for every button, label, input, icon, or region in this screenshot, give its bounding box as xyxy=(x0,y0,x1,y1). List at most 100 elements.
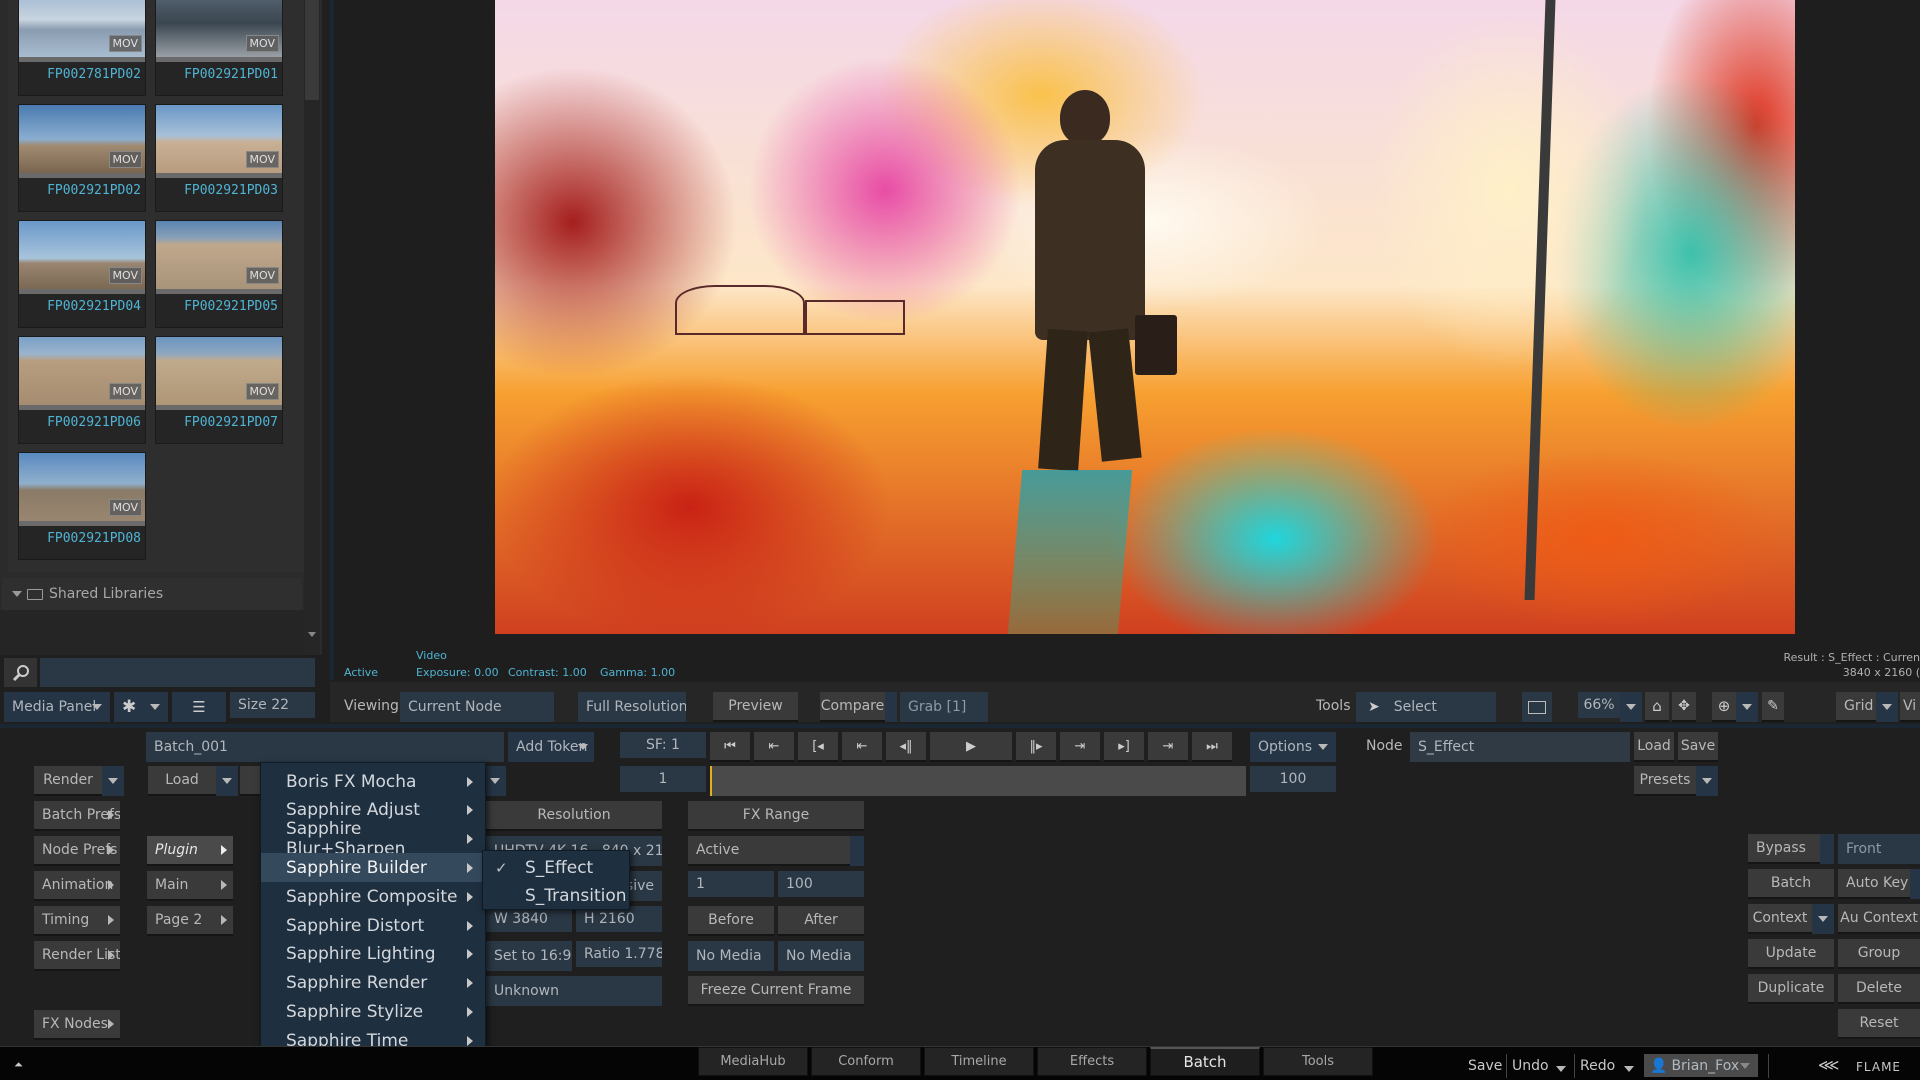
media-scrollbar[interactable] xyxy=(304,0,320,655)
plugin-menu-item[interactable]: Sapphire Blur+Sharpen xyxy=(261,819,485,859)
bit-depth-select[interactable]: Unknown xyxy=(486,976,662,1006)
render-dropdown[interactable] xyxy=(102,766,124,796)
user-select[interactable]: 👤 Brian_Fox xyxy=(1644,1054,1758,1077)
context-button[interactable]: Context xyxy=(1748,904,1812,934)
prev-keyframe-button[interactable]: ⇤ xyxy=(754,732,794,762)
clip-thumbnail[interactable]: MOV FP002921PD02 xyxy=(18,104,146,212)
batch-view-button[interactable]: Batch xyxy=(1748,869,1834,899)
animation-button[interactable]: Animation xyxy=(34,871,120,901)
go-to-start-button[interactable]: ⏮ xyxy=(710,732,750,762)
submenu-item[interactable]: ✓ S_Effect xyxy=(483,853,629,882)
clip-thumbnail[interactable]: MOV FP002781PD02 xyxy=(18,0,146,96)
front-select[interactable]: Front xyxy=(1838,834,1920,864)
play-button[interactable]: ▶ xyxy=(930,732,1012,762)
before-media-field[interactable]: No Media xyxy=(688,941,774,971)
fx-range-header[interactable]: FX Range xyxy=(688,801,864,831)
end-frame-field[interactable]: 100 xyxy=(1250,766,1336,792)
clip-thumbnail[interactable]: MOV FP002921PD04 xyxy=(18,220,146,328)
grid-dropdown[interactable] xyxy=(1876,692,1898,722)
go-to-out-button[interactable]: ▸] xyxy=(1104,732,1144,762)
tools-select[interactable]: ➤ Select xyxy=(1356,692,1496,722)
load-button[interactable]: Load xyxy=(148,766,216,796)
collapse-triangle-icon[interactable] xyxy=(12,591,22,597)
timeline-scrubber[interactable] xyxy=(710,766,1246,796)
context-dropdown[interactable] xyxy=(1812,904,1834,934)
go-to-end-button[interactable]: ⏭ xyxy=(1192,732,1232,762)
view-mode-button[interactable]: ☰ xyxy=(172,692,226,722)
tab-effects[interactable]: Effects xyxy=(1037,1047,1147,1076)
target-button[interactable]: ⊕ xyxy=(1712,692,1736,722)
after-media-field[interactable]: No Media xyxy=(778,941,864,971)
main-page-button[interactable]: Main xyxy=(147,871,233,901)
undo-dropdown-icon[interactable] xyxy=(1556,1066,1566,1072)
go-to-in-button[interactable]: [◂ xyxy=(798,732,838,762)
tab-mediahub[interactable]: MediaHub xyxy=(698,1047,808,1076)
tab-timeline[interactable]: Timeline xyxy=(924,1047,1034,1076)
fx-range-end-field[interactable]: 100 xyxy=(778,871,864,897)
freeze-frame-button[interactable]: Freeze Current Frame xyxy=(688,976,864,1006)
settings-button[interactable]: ✱ xyxy=(114,692,168,722)
zoom-level[interactable]: 66% xyxy=(1578,692,1620,718)
fx-range-start-field[interactable]: 1 xyxy=(688,871,774,897)
shared-libraries-row[interactable]: Shared Libraries xyxy=(2,578,302,610)
node-name-field[interactable]: S_Effect xyxy=(1410,732,1630,762)
presets-button[interactable]: Presets xyxy=(1634,766,1696,796)
page2-button[interactable]: Page 2 xyxy=(147,906,233,936)
next-mark-button[interactable]: ⇥ xyxy=(1060,732,1100,762)
node-load-button[interactable]: Load xyxy=(1634,732,1674,762)
view-button[interactable]: Vi xyxy=(1900,692,1920,722)
home-button[interactable]: ⌂ xyxy=(1645,692,1669,722)
step-back-button[interactable]: ◂‖ xyxy=(886,732,926,762)
redo-button[interactable]: Redo xyxy=(1580,1058,1615,1074)
save-status-button[interactable]: Save xyxy=(1468,1058,1502,1074)
au-context-button[interactable]: Au Context xyxy=(1838,904,1920,934)
compare-button[interactable]: Compare xyxy=(820,692,885,722)
duplicate-button[interactable]: Duplicate xyxy=(1748,974,1834,1004)
group-button[interactable]: Group xyxy=(1838,939,1920,969)
fx-range-mode-select[interactable]: Active xyxy=(688,836,850,866)
sf-field[interactable]: SF: 1 xyxy=(620,732,706,758)
batch-name-field[interactable]: Batch_001 xyxy=(146,732,504,762)
clip-thumbnail[interactable]: MOV FP002921PD08 xyxy=(18,452,146,560)
set-ratio-button[interactable]: Set to 16:9 xyxy=(486,941,572,971)
viewer[interactable]: Active Video Exposure: 0.00 Contrast: 1.… xyxy=(330,0,1920,680)
fx-nodes-button[interactable]: FX Nodes xyxy=(34,1010,120,1040)
reset-button[interactable]: Reset xyxy=(1838,1009,1920,1039)
plugin-menu-item[interactable]: Sapphire Builder xyxy=(261,853,485,883)
full-resolution-button[interactable]: Full Resolution xyxy=(578,692,686,722)
add-token-button[interactable]: Add Token xyxy=(508,732,594,762)
batch-prefs-button[interactable]: Batch Prefs xyxy=(34,801,120,831)
load-dropdown[interactable] xyxy=(216,766,238,796)
step-forward-button[interactable]: ‖▸ xyxy=(1016,732,1056,762)
delete-button[interactable]: Delete xyxy=(1838,974,1920,1004)
resolution-header[interactable]: Resolution xyxy=(486,801,662,831)
presets-dropdown[interactable] xyxy=(1696,766,1718,796)
prev-mark-button[interactable]: ⇤ xyxy=(842,732,882,762)
next-keyframe-button[interactable]: ⇥ xyxy=(1148,732,1188,762)
sapphire-builder-submenu[interactable]: ✓ S_Effect S_Transition xyxy=(482,850,630,910)
undo-button[interactable]: Undo xyxy=(1512,1058,1549,1074)
update-button[interactable]: Update xyxy=(1748,939,1834,969)
plugin-menu-item[interactable]: Sapphire Distort xyxy=(261,911,485,940)
playhead[interactable] xyxy=(710,766,712,796)
size-slider[interactable]: Size 22 xyxy=(230,692,315,718)
aspect-frame-button[interactable] xyxy=(1522,692,1552,722)
submenu-item[interactable]: S_Transition xyxy=(483,881,629,910)
scroll-down-icon[interactable] xyxy=(308,632,316,637)
pan-button[interactable]: ✥ xyxy=(1672,692,1696,722)
options-select[interactable]: Options xyxy=(1250,732,1336,762)
color-picker-button[interactable]: ✎ xyxy=(1762,692,1784,722)
viewing-select[interactable]: Current Node xyxy=(400,692,554,722)
start-frame-field[interactable]: 1 xyxy=(620,766,706,792)
tab-batch[interactable]: Batch xyxy=(1150,1047,1260,1076)
grab-button[interactable]: Grab [1] xyxy=(900,692,988,722)
search-input[interactable] xyxy=(40,658,315,687)
ratio-field[interactable]: Ratio 1.778 xyxy=(576,941,662,967)
viewer-image[interactable] xyxy=(495,0,1795,634)
expand-panel-icon[interactable]: ⏶ xyxy=(14,1058,23,1072)
save-batch-button[interactable] xyxy=(240,766,260,796)
timing-button[interactable]: Timing xyxy=(34,906,120,936)
plugin-menu-item[interactable]: Sapphire Composite xyxy=(261,882,485,911)
clip-thumbnail[interactable]: MOV FP002921PD06 xyxy=(18,336,146,444)
plugin-menu-item[interactable]: Sapphire Stylize xyxy=(261,997,485,1026)
